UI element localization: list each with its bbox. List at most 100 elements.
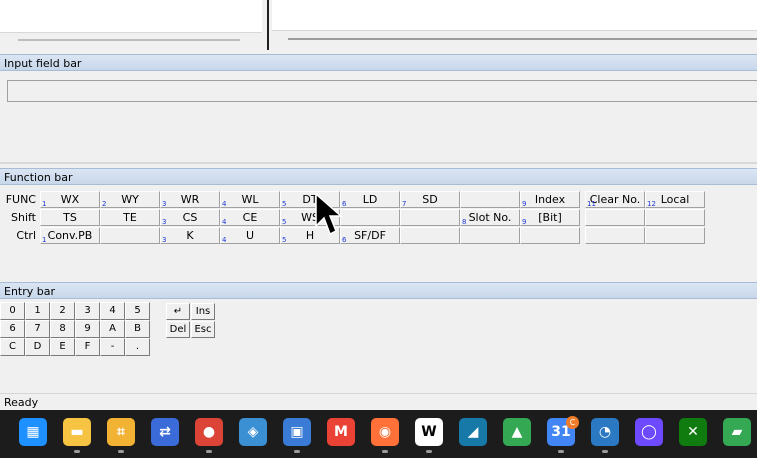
entry-key[interactable]: 2	[50, 302, 75, 320]
function-key[interactable]	[645, 227, 705, 244]
function-key-label: [Bit]	[538, 211, 562, 224]
entry-key[interactable]: F	[75, 338, 100, 356]
function-key[interactable]: 2 WY	[100, 191, 160, 208]
chat-icon[interactable]: ▰	[723, 418, 751, 446]
dashboard-icon[interactable]: ◔	[591, 418, 619, 446]
xbox-icon[interactable]: ✕	[679, 418, 707, 446]
function-key[interactable]	[100, 227, 160, 244]
function-key[interactable]: 12 Local	[645, 191, 705, 208]
function-key[interactable]	[340, 209, 400, 226]
function-key[interactable]	[585, 227, 645, 244]
function-key-label: WL	[241, 193, 259, 206]
input-field[interactable]	[7, 80, 757, 102]
windows-start-icon[interactable]: ▦	[19, 418, 47, 446]
function-key[interactable]: 3K	[160, 227, 220, 244]
upper-left-scrollbar[interactable]	[0, 32, 262, 47]
entry-key[interactable]: E	[50, 338, 75, 356]
entry-key[interactable]: 4	[100, 302, 125, 320]
function-key-label: WR	[180, 193, 200, 206]
function-key[interactable]: 4U	[220, 227, 280, 244]
network-tool-icon[interactable]: ⌗	[107, 418, 135, 446]
function-key[interactable]	[400, 209, 460, 226]
panel-divider	[0, 162, 757, 164]
entry-special-keys: ↵ Ins Del Esc	[166, 303, 218, 339]
running-indicator	[426, 450, 432, 453]
entry-key[interactable]: C	[0, 338, 25, 356]
works-app-icon[interactable]: W	[415, 418, 443, 446]
entry-key[interactable]: 0	[0, 302, 25, 320]
function-key-number: 5	[282, 200, 287, 208]
file-explorer-icon[interactable]: ▬	[63, 418, 91, 446]
network-connections-icon[interactable]: ⇄	[151, 418, 179, 446]
function-key[interactable]	[520, 227, 580, 244]
entry-key[interactable]: 6	[0, 320, 25, 338]
function-key-label: CS	[182, 211, 198, 224]
function-key[interactable]: 4 CE	[220, 209, 280, 226]
function-key[interactable]: 3 CS	[160, 209, 220, 226]
function-key-number: 9	[522, 200, 527, 208]
function-key[interactable]: 4 WL	[220, 191, 280, 208]
function-key-label: TE	[123, 211, 137, 224]
function-key[interactable]: 7 SD	[400, 191, 460, 208]
virtualbox-icon[interactable]: ◈	[239, 418, 267, 446]
taskbar: ▦ ▬ ⌗ ⇄ ● ◈ ▣ M ◉ W ◢ ▲ 31 C ◔ ◯ ✕ ▰	[0, 410, 757, 458]
entry-key[interactable]: .	[125, 338, 150, 356]
function-key[interactable]: 8 Slot No.	[460, 209, 520, 226]
entry-key[interactable]: B	[125, 320, 150, 338]
entry-key[interactable]: D	[25, 338, 50, 356]
gmail-icon[interactable]: M	[327, 418, 355, 446]
function-key-number: 3	[162, 236, 167, 244]
function-key-label: CE	[242, 211, 258, 224]
function-key-label: H	[305, 229, 315, 242]
entry-special-key[interactable]: Del	[166, 321, 190, 338]
function-key[interactable]: 9 [Bit]	[520, 209, 580, 226]
entry-key[interactable]: 8	[50, 320, 75, 338]
function-key[interactable]: 6 LD	[340, 191, 400, 208]
function-bar-header: Function bar	[0, 168, 757, 185]
entry-special-key[interactable]: ↵	[166, 303, 190, 320]
function-key[interactable]: 1 Conv.PB	[40, 227, 100, 244]
function-key-number: 4	[222, 218, 227, 226]
function-key[interactable]: 9 Index	[520, 191, 580, 208]
entry-special-key[interactable]: Esc	[191, 321, 215, 338]
chrome-icon[interactable]: ●	[195, 418, 223, 446]
firefox-icon[interactable]: ◉	[371, 418, 399, 446]
upper-right-scrollbar[interactable]	[272, 30, 757, 49]
wireshark-icon[interactable]: ◢	[459, 418, 487, 446]
running-indicator	[558, 450, 564, 453]
function-key[interactable]	[460, 191, 520, 208]
function-key[interactable]: 6 SF/DF	[340, 227, 400, 244]
function-key-number: 3	[162, 200, 167, 208]
google-drive-icon[interactable]: ▲	[503, 418, 531, 446]
function-key[interactable]: 3 WR	[160, 191, 220, 208]
function-key[interactable]: TS	[40, 209, 100, 226]
entry-key[interactable]: 9	[75, 320, 100, 338]
function-key[interactable]	[460, 227, 520, 244]
function-key-label: WX	[60, 193, 80, 206]
function-key[interactable]	[585, 209, 645, 226]
entry-key[interactable]: A	[100, 320, 125, 338]
entry-key[interactable]: 3	[75, 302, 100, 320]
proton-icon[interactable]: ◯	[635, 418, 663, 446]
entry-special-key[interactable]: Ins	[191, 303, 215, 320]
function-key[interactable]: TE	[100, 209, 160, 226]
remote-desktop-icon[interactable]: ▣	[283, 418, 311, 446]
entry-key[interactable]: -	[100, 338, 125, 356]
function-key-grid: FUNC Shift Ctrl 1 WX 2 WY 3 WR 4 WL 5 DT 6 LD 7 SD 9 Index…	[0, 191, 710, 247]
notification-badge: C	[566, 416, 579, 429]
mouse-pointer-icon	[315, 192, 343, 236]
function-key-label: SF/DF	[354, 229, 386, 242]
function-key[interactable]: 1 WX	[40, 191, 100, 208]
entry-key[interactable]: 5	[125, 302, 150, 320]
function-key-label: Index	[534, 193, 566, 206]
entry-key[interactable]: 1	[25, 302, 50, 320]
function-key[interactable]	[400, 227, 460, 244]
function-key[interactable]: 11 Clear No.	[585, 191, 645, 208]
function-key-number: 11	[587, 200, 596, 208]
entry-key[interactable]: 7	[25, 320, 50, 338]
function-key[interactable]	[645, 209, 705, 226]
running-indicator	[382, 450, 388, 453]
function-key-number: 1	[42, 200, 47, 208]
vertical-splitter[interactable]	[264, 0, 272, 52]
function-key-number: 8	[462, 218, 467, 226]
